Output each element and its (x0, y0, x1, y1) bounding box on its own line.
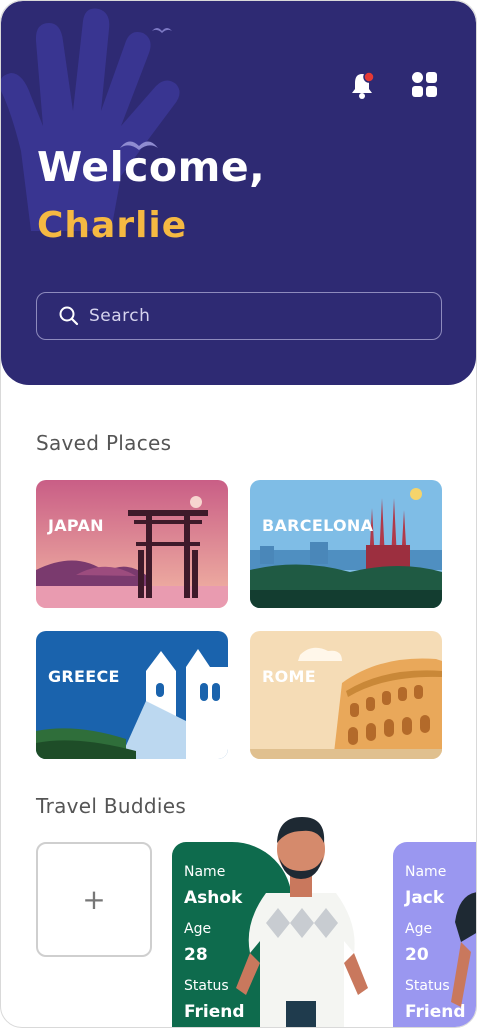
place-label: JAPAN (48, 516, 104, 535)
place-card-barcelona[interactable]: BARCELONA (250, 480, 442, 608)
search-input[interactable] (89, 306, 409, 326)
place-label: GREECE (48, 667, 120, 686)
place-label: ROME (262, 667, 316, 686)
user-name: Charlie (37, 205, 188, 246)
menu-grid-button[interactable] (407, 67, 443, 103)
grid-icon (412, 72, 437, 97)
age-label: Age (184, 921, 212, 937)
saved-places-title: Saved Places (36, 431, 172, 455)
place-label: BARCELONA (262, 516, 374, 535)
search-bar[interactable] (36, 292, 442, 340)
japan-illustration (36, 480, 228, 608)
bell-icon (352, 71, 375, 99)
barcelona-illustration (250, 480, 442, 608)
status-label: Status (184, 978, 229, 994)
ashok-avatar (236, 817, 368, 1027)
age-label: Age (405, 921, 433, 937)
name-label: Name (405, 864, 447, 880)
notification-dot (363, 71, 375, 83)
buddy-card-jack[interactable]: Name Jack Age 20 Status Friend (393, 842, 476, 1027)
add-buddy-button[interactable]: + (36, 842, 152, 957)
search-icon (59, 306, 79, 326)
status-label: Status (405, 978, 450, 994)
place-card-japan[interactable]: JAPAN (36, 480, 228, 608)
bird-icon (152, 28, 172, 33)
name-label: Name (184, 864, 226, 880)
app-screen: Welcome, Charlie Saved Places (0, 0, 477, 1028)
welcome-heading: Welcome, (37, 143, 266, 191)
jack-avatar (451, 892, 476, 1007)
travel-buddies-title: Travel Buddies (36, 794, 187, 818)
buddy-age: 28 (184, 945, 208, 965)
greece-illustration (36, 631, 228, 759)
header: Welcome, Charlie (1, 1, 476, 385)
hand-illustration (1, 8, 180, 231)
buddy-name: Jack (405, 888, 445, 908)
rome-illustration (250, 631, 442, 759)
place-card-rome[interactable]: ROME (250, 631, 442, 759)
plus-icon: + (82, 883, 106, 916)
place-card-greece[interactable]: GREECE (36, 631, 228, 759)
buddy-age: 20 (405, 945, 429, 965)
notification-button[interactable] (344, 68, 380, 104)
